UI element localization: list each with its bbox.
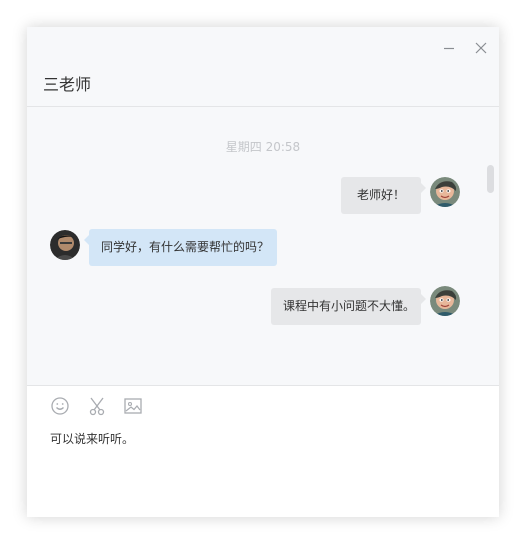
title-bar: 三老师 [27, 27, 499, 107]
user-avatar-icon [430, 177, 460, 207]
chat-window: 三老师 星期四 20:58 老师好！ 同学好，有什么需要帮忙的吗？ 课程中有小问… [27, 27, 499, 517]
scissors-icon [89, 397, 105, 416]
composer: 可以说来听听。 [27, 385, 499, 517]
image-icon [124, 398, 142, 414]
avatar-self[interactable] [430, 177, 460, 207]
message-bubble-sent: 课程中有小问题不大懂。 [271, 288, 426, 325]
message-bubble-sent: 老师好！ [341, 177, 426, 214]
screenshot-button[interactable] [87, 396, 107, 416]
message-bubble-received: 同学好，有什么需要帮忙的吗？ [84, 229, 277, 266]
avatar-self[interactable] [430, 286, 460, 316]
user-avatar-icon [430, 286, 460, 316]
contact-avatar-icon [50, 230, 80, 260]
avatar-contact[interactable] [50, 230, 80, 260]
close-button[interactable] [472, 39, 490, 57]
emoji-button[interactable] [50, 396, 70, 416]
emoji-icon [51, 397, 69, 415]
minimize-button[interactable] [440, 39, 458, 57]
message-input[interactable]: 可以说来听听。 [50, 430, 470, 500]
message-list[interactable]: 星期四 20:58 老师好！ 同学好，有什么需要帮忙的吗？ 课程中有小问题不大懂… [27, 107, 499, 385]
scrollbar-thumb[interactable] [487, 165, 494, 193]
contact-name: 三老师 [43, 75, 92, 94]
image-button[interactable] [123, 396, 143, 416]
close-icon [475, 42, 487, 54]
minimize-icon [444, 47, 454, 50]
message-timestamp: 星期四 20:58 [225, 140, 301, 154]
